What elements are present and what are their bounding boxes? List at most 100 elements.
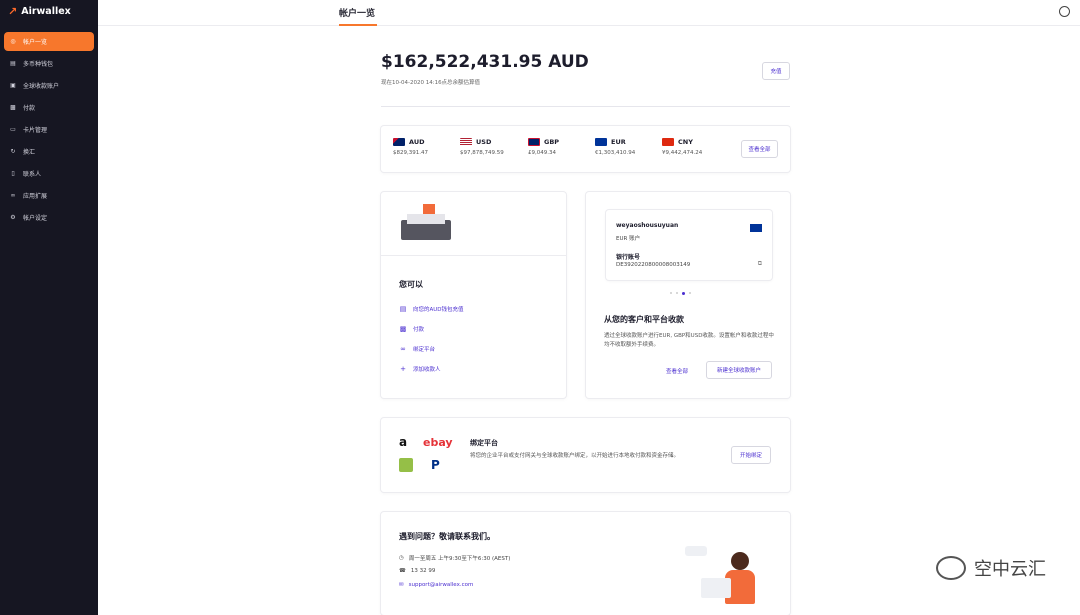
sidebar-nav: ◎ 帐户一览 ▤ 多币种钱包 ▣ 全球收款账户 ▩ 付款 ▭ 卡片管理 ↻ 换汇… [0,32,98,227]
add-user-icon: + [400,365,406,373]
sidebar-item-cards[interactable]: ▭ 卡片管理 [4,120,94,139]
agent-head-illustration [731,552,749,570]
sidebar-item-label: 卡片管理 [23,127,48,134]
wallet-icon: ▤ [399,305,407,313]
tab-dashboard[interactable]: 帐户一览 [339,6,375,19]
sidebar-item-label: 联系人 [23,171,42,178]
sidebar-item-contacts[interactable]: ▯ 联系人 [4,164,94,183]
support-card: 遇到问题？敬请联系我们。 ◷ 周一至周五 上午9:30至下午6:30 (AEST… [381,512,790,615]
link-icon: ∞ [10,192,16,199]
action-topup-aud[interactable]: ▤ 向您的AUD钱包充值 [399,305,464,313]
sidebar-item-global-accounts[interactable]: ▣ 全球收款账户 [4,76,94,95]
watermark: 空中云汇 [936,555,1046,581]
balance-section: $162,522,431.95 AUD 现在10-04-2020 14:16点总… [381,52,790,86]
illustration-area [381,192,566,256]
bank-account-card[interactable]: weyaoshousuyuan EUR 账户 银行账号 DE3920220800… [606,210,772,280]
action-label: 添加收款人 [413,367,441,373]
carousel-dots [670,292,691,295]
china-flag-icon [662,138,674,146]
sidebar-item-apps[interactable]: ∞ 应用扩展 [4,186,94,205]
global-account-title: 从您的客户和平台收款 [604,315,684,324]
currency-item-gbp[interactable]: GBP £9,049.34 [528,138,559,156]
sidebar-item-settings[interactable]: ⚙ 帐户设定 [4,208,94,227]
platform-title: 绑定平台 [470,439,498,447]
currency-amount: £9,049.34 [528,150,556,156]
bank-icon: ▣ [10,82,16,89]
currency-item-eur[interactable]: EUR €1,303,410.94 [595,138,635,156]
currency-item-aud[interactable]: AUD $829,391.47 [393,138,428,156]
carousel-dot[interactable] [689,292,691,294]
support-email[interactable]: ✉ support@airwallex.com [399,582,473,588]
support-phone-text: 13 32 99 [410,568,436,574]
sidebar-item-label: 多币种钱包 [23,61,54,68]
sidebar-item-label: 帐户设定 [23,215,48,222]
currency-code: EUR [611,138,626,146]
carousel-dot-active[interactable] [682,292,685,295]
currency-code: AUD [409,138,425,146]
sidebar-item-label: 应用扩展 [23,193,48,200]
payment-icon: ▩ [10,104,16,111]
user-avatar-icon[interactable] [1059,6,1070,17]
currency-summary-card: AUD $829,391.47 USD $97,878,749.59 GBP £… [381,126,790,172]
watermark-text: 空中云汇 [974,559,1046,580]
global-account-card: weyaoshousuyuan EUR 账户 银行账号 DE3920220800… [586,192,790,398]
currency-code: CNY [678,138,693,146]
topup-button[interactable]: 充值 [762,62,790,80]
view-all-currencies-button[interactable]: 查看全部 [741,140,778,158]
wallet-icon: ▤ [10,60,16,67]
balance-subtitle: 现在10-04-2020 14:16点总余额估算值 [381,80,481,86]
australia-flag-icon [393,138,405,146]
sidebar-item-label: 帐户一览 [23,39,48,46]
divider [381,106,790,107]
clock-icon: ◷ [399,555,404,561]
dashboard-icon: ◎ [10,38,16,45]
new-global-account-button[interactable]: 新建全球收款账户 [706,361,772,379]
laptop-illustration [701,578,731,598]
active-tab-indicator [339,24,377,26]
copy-icon[interactable]: ⧉ [758,260,762,268]
sidebar-item-exchange[interactable]: ↻ 换汇 [4,142,94,161]
carousel-dot[interactable] [670,292,672,294]
total-balance: $162,522,431.95 AUD [381,52,589,72]
main-content: 帐户一览 $162,522,431.95 AUD 现在10-04-2020 14… [98,0,1080,615]
gear-icon: ⚙ [10,214,16,221]
account-type: EUR 账户 [616,236,641,242]
account-name: weyaoshousuyuan [616,222,679,229]
currency-item-usd[interactable]: USD $97,878,749.59 [460,138,504,156]
start-binding-button[interactable]: 开始绑定 [731,446,771,464]
action-bind-platform[interactable]: ∞ 绑定平台 [399,345,435,353]
carousel-dot[interactable] [676,292,678,294]
currency-amount: €1,303,410.94 [595,150,636,156]
link-icon: ∞ [400,345,406,353]
action-payment[interactable]: ▩ 付款 [399,325,424,333]
you-can-title: 您可以 [399,280,423,289]
support-phone[interactable]: ☎ 13 32 99 [399,568,435,574]
phone-icon: ☎ [399,568,406,574]
action-add-payee[interactable]: + 添加收款人 [399,365,441,373]
sidebar-item-label: 换汇 [23,149,36,156]
view-all-accounts-link[interactable]: 查看全部 [666,367,688,375]
global-account-desc: 透过全球收款账户进行EUR, GBP和USD收款。设置帐户和收款过程中均不收取额… [604,333,774,348]
sidebar-item-payments[interactable]: ▩ 付款 [4,98,94,117]
amazon-logo-icon: a [399,435,408,449]
uk-flag-icon [528,138,540,146]
ebay-logo-icon: ebay [423,436,453,449]
support-hours: ◷ 周一至周五 上午9:30至下午6:30 (AEST) [399,554,510,562]
support-illustration [681,538,773,612]
wechat-logo-icon [936,556,966,580]
sidebar-item-wallet[interactable]: ▤ 多币种钱包 [4,54,94,73]
support-hours-text: 周一至周五 上午9:30至下午6:30 (AEST) [408,556,511,562]
brand-name: Airwallex [21,5,71,17]
bank-number-label: 银行账号 [616,254,641,261]
flag-illustration-icon [423,204,435,214]
sidebar-item-dashboard[interactable]: ◎ 帐户一览 [4,32,94,51]
brand-logo[interactable]: ↗ Airwallex [0,0,98,22]
mail-icon: ✉ [399,582,404,588]
currency-code: GBP [544,138,560,146]
action-label: 绑定平台 [413,347,436,353]
eu-flag-icon [595,138,607,146]
support-title: 遇到问题？敬请联系我们。 [399,532,495,541]
paper-illustration-icon [407,214,445,224]
action-label: 付款 [413,327,425,333]
currency-item-cny[interactable]: CNY ¥9,442,474.24 [662,138,702,156]
